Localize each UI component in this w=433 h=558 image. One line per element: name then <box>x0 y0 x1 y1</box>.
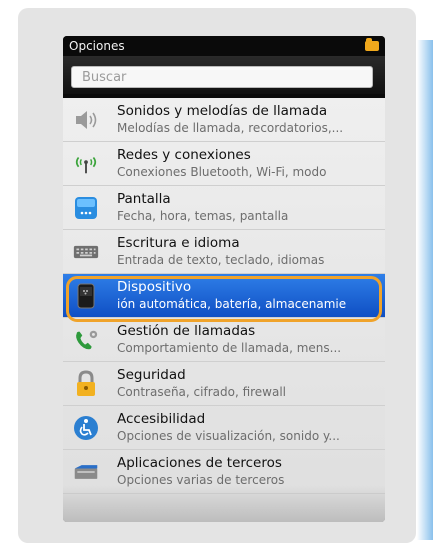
accessibility-icon <box>73 415 99 441</box>
item-subtitle: Fecha, hora, temas, pantalla <box>117 209 289 223</box>
list-item-redes[interactable]: Redes y conexiones Conexiones Bluetooth,… <box>63 142 385 186</box>
keyboard-icon <box>73 239 99 265</box>
item-title: Redes y conexiones <box>117 147 251 163</box>
device-icon <box>73 283 99 309</box>
item-title: Pantalla <box>117 191 171 207</box>
list-item-seguridad[interactable]: Seguridad Contraseña, cifrado, firewall <box>63 362 385 406</box>
item-subtitle: Conexiones Bluetooth, Wi-Fi, modo <box>117 165 327 179</box>
item-subtitle: Comportamiento de llamada, mens... <box>117 341 342 355</box>
phone-screen: Opciones Buscar Sonidos y melodías de ll… <box>63 36 385 522</box>
item-title: Aplicaciones de terceros <box>117 455 282 471</box>
list-bottom-fade <box>63 486 385 522</box>
lock-icon <box>73 370 99 397</box>
title-bar: Opciones <box>63 36 385 56</box>
antenna-icon <box>73 151 99 177</box>
search-input[interactable]: Buscar <box>71 66 373 88</box>
item-title: Dispositivo <box>117 279 192 295</box>
apps-icon <box>73 459 99 485</box>
item-subtitle: Melodías de llamada, recordatorios,... <box>117 121 344 135</box>
item-subtitle: Opciones varias de terceros <box>117 473 285 487</box>
list-item-pantalla[interactable]: Pantalla Fecha, hora, temas, pantalla <box>63 186 385 230</box>
options-list: Sonidos y melodías de llamada Melodías d… <box>63 98 385 522</box>
item-title: Sonidos y melodías de llamada <box>117 103 328 119</box>
phone-icon <box>73 327 99 353</box>
search-bar: Buscar <box>63 56 385 94</box>
decorative-edge <box>417 40 433 540</box>
item-title: Escritura e idioma <box>117 235 240 251</box>
item-title: Seguridad <box>117 367 186 383</box>
folder-icon <box>365 38 379 51</box>
item-title: Accesibilidad <box>117 411 206 427</box>
item-subtitle: Entrada de texto, teclado, idiomas <box>117 253 325 267</box>
page-title: Opciones <box>69 39 125 53</box>
list-item-dispositivo[interactable]: Dispositivo ión automática, batería, alm… <box>63 274 385 318</box>
speaker-icon <box>73 107 99 133</box>
item-title: Gestión de llamadas <box>117 323 256 339</box>
display-icon <box>73 195 99 221</box>
list-item-escritura[interactable]: Escritura e idioma Entrada de texto, tec… <box>63 230 385 274</box>
list-item-gestion-llamadas[interactable]: Gestión de llamadas Comportamiento de ll… <box>63 318 385 362</box>
list-item-accesibilidad[interactable]: Accesibilidad Opciones de visualización,… <box>63 406 385 450</box>
item-subtitle: Contraseña, cifrado, firewall <box>117 385 287 399</box>
list-item-sonidos[interactable]: Sonidos y melodías de llamada Melodías d… <box>63 98 385 142</box>
item-subtitle: ión automática, batería, almacenamie <box>117 297 347 311</box>
item-subtitle: Opciones de visualización, sonido y... <box>117 429 340 443</box>
